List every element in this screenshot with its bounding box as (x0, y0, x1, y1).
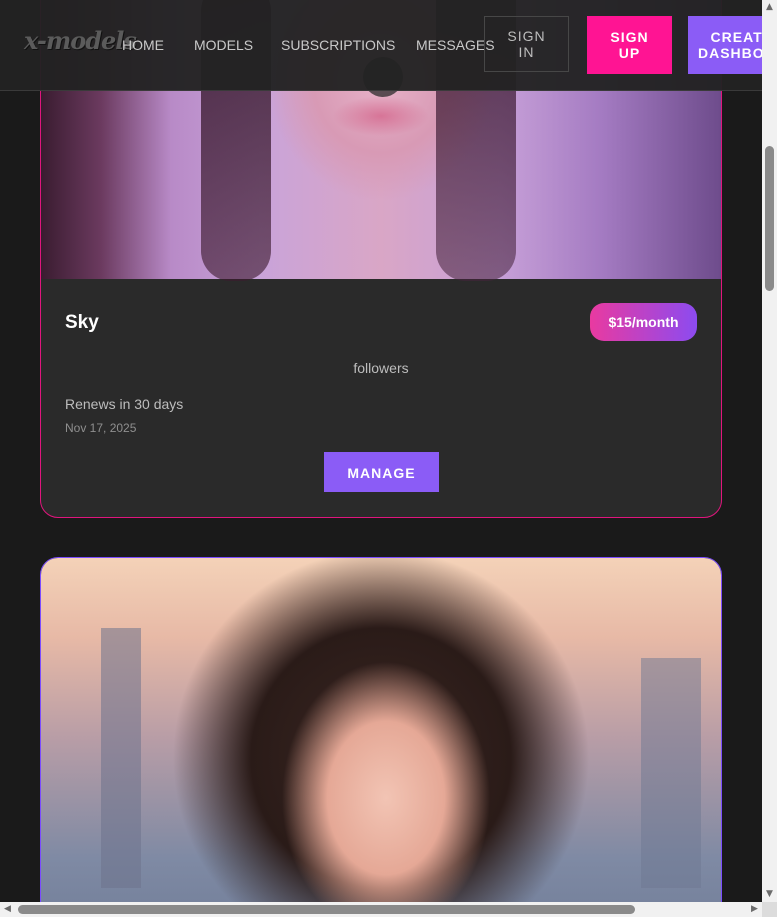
vertical-scrollbar[interactable]: ▲ ▼ (762, 0, 777, 902)
sign-up-button[interactable]: SIGN UP (587, 16, 672, 74)
top-navigation: x-models HOME MODELS SUBSCRIPTIONS MESSA… (0, 0, 762, 91)
vertical-scroll-thumb[interactable] (765, 146, 774, 291)
sign-in-button[interactable]: SIGN IN (484, 16, 569, 72)
scrollbar-corner (762, 902, 777, 917)
creator-dashboard-button[interactable]: CREATOR DASHBOARD (688, 16, 762, 74)
site-logo[interactable]: x-models (24, 26, 137, 55)
model-photo[interactable] (41, 558, 721, 902)
subscription-date: Nov 17, 2025 (65, 421, 137, 435)
manage-button[interactable]: MANAGE (324, 452, 439, 492)
model-card (40, 557, 722, 902)
scroll-down-icon[interactable]: ▼ (762, 887, 777, 902)
nav-subscriptions-link[interactable]: SUBSCRIPTIONS (281, 37, 395, 53)
nav-models-link[interactable]: MODELS (194, 37, 253, 53)
card-body: Sky $15/month followers Renews in 30 day… (41, 279, 721, 517)
horizontal-scrollbar[interactable]: ◀ ▶ (0, 902, 762, 917)
page-viewport: Sky $15/month followers Renews in 30 day… (0, 0, 762, 902)
followers-label: followers (353, 360, 409, 376)
scroll-right-icon[interactable]: ▶ (747, 902, 762, 917)
scroll-left-icon[interactable]: ◀ (0, 902, 15, 917)
price-badge: $15/month (590, 303, 697, 341)
scroll-up-icon[interactable]: ▲ (762, 0, 777, 15)
nav-messages-link[interactable]: MESSAGES (416, 37, 495, 53)
renewal-status: Renews in 30 days (65, 396, 184, 412)
nav-home-link[interactable]: HOME (122, 37, 164, 53)
model-name: Sky (65, 312, 99, 333)
horizontal-scroll-thumb[interactable] (18, 905, 635, 914)
